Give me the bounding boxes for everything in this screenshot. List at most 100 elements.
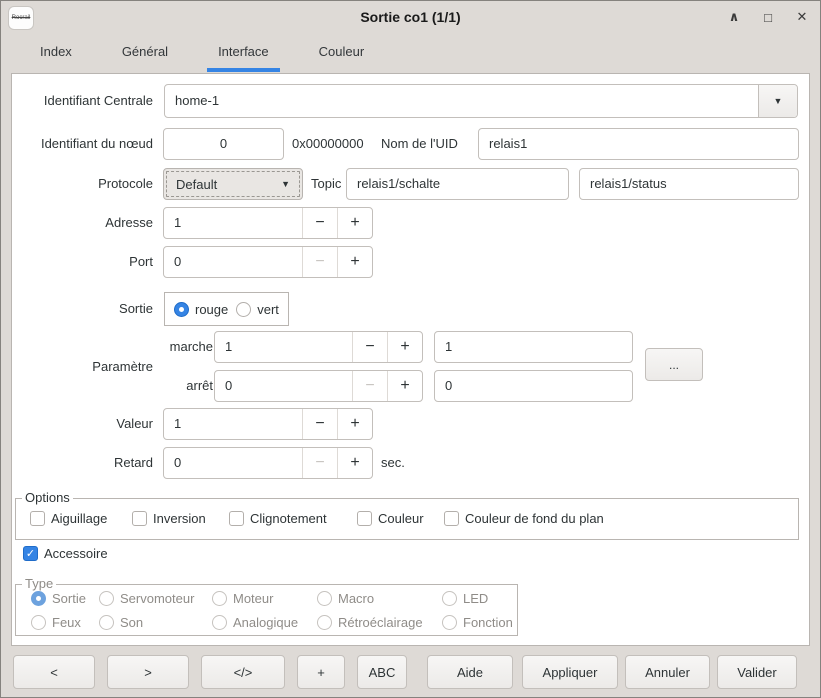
parameter-off-decrement-button[interactable]: − (352, 371, 387, 401)
prev-button[interactable]: < (13, 655, 95, 689)
delay-decrement-button[interactable]: − (302, 448, 337, 478)
type-group: Type Sortie Servomoteur Moteur Macro LED (15, 584, 518, 636)
parameter-off-value[interactable]: 0 (215, 371, 352, 401)
value-decrement-button[interactable]: − (302, 409, 337, 439)
radio-button-icon (212, 591, 227, 606)
delay-increment-button[interactable]: + (337, 448, 372, 478)
checkbox-aiguillage[interactable]: Aiguillage (30, 511, 107, 526)
central-id-label: Identifiant Centrale (12, 84, 153, 118)
tab-general[interactable]: Général (97, 33, 193, 73)
minimize-button[interactable]: ∧ (724, 7, 744, 27)
address-decrement-button[interactable]: − (302, 208, 337, 238)
checkbox-clignotement[interactable]: Clignotement (229, 511, 327, 526)
protocol-dropdown[interactable]: Default ▼ (163, 168, 303, 200)
radio-type-sortie-label: Sortie (52, 591, 86, 606)
port-decrement-button[interactable]: − (302, 247, 337, 277)
output-radio-group: rouge vert (164, 292, 289, 326)
chevron-down-icon: ▼ (281, 179, 290, 189)
parameter-off-increment-button[interactable]: + (387, 371, 422, 401)
parameter-on-increment-button[interactable]: + (387, 332, 422, 362)
checkbox-icon (444, 511, 459, 526)
radio-type-led[interactable]: LED (442, 591, 488, 606)
radio-type-servomoteur[interactable]: Servomoteur (99, 591, 194, 606)
radio-button-icon (317, 591, 332, 606)
maximize-button[interactable]: □ (758, 7, 778, 27)
uid-name-label: Nom de l'UID (381, 128, 458, 160)
radio-vert[interactable]: vert (236, 302, 279, 317)
radio-type-fonction[interactable]: Fonction (442, 615, 513, 630)
radio-type-son[interactable]: Son (99, 615, 143, 630)
address-value[interactable]: 1 (164, 208, 302, 238)
checkbox-inversion-label: Inversion (153, 511, 206, 526)
abc-button[interactable]: ABC (357, 655, 407, 689)
value-label: Valeur (12, 408, 153, 440)
central-id-combobox[interactable]: home-1 ▼ (164, 84, 798, 118)
radio-button-icon (174, 302, 189, 317)
radio-button-icon (99, 615, 114, 630)
type-group-legend: Type (22, 576, 56, 591)
apply-button[interactable]: Appliquer (522, 655, 618, 689)
delay-unit-label: sec. (381, 447, 405, 479)
parameter-on-value[interactable]: 1 (215, 332, 352, 362)
port-increment-button[interactable]: + (337, 247, 372, 277)
radio-type-retroeclairage[interactable]: Rétroéclairage (317, 615, 423, 630)
radio-button-icon (31, 615, 46, 630)
tab-interface[interactable]: Interface (193, 33, 294, 73)
port-value[interactable]: 0 (164, 247, 302, 277)
parameter-on-spinner: 1 − + (214, 331, 423, 363)
parameter-on-input[interactable]: 1 (434, 331, 633, 363)
checkbox-accessoire[interactable]: ✓ Accessoire (23, 546, 108, 561)
radio-type-moteur[interactable]: Moteur (212, 591, 273, 606)
radio-type-macro[interactable]: Macro (317, 591, 374, 606)
close-button[interactable]: ✕ (792, 7, 812, 27)
parameter-on-decrement-button[interactable]: − (352, 332, 387, 362)
radio-type-moteur-label: Moteur (233, 591, 273, 606)
node-id-label: Identifiant du nœud (12, 128, 153, 160)
radio-rouge[interactable]: rouge (174, 302, 228, 317)
parameter-off-label: arrêt (112, 370, 213, 402)
checkbox-clignotement-label: Clignotement (250, 511, 327, 526)
port-label: Port (12, 246, 153, 278)
node-id-input[interactable]: 0 (163, 128, 284, 160)
radio-type-feux[interactable]: Feux (31, 615, 81, 630)
checkbox-icon (357, 511, 372, 526)
add-button[interactable]: + (297, 655, 345, 689)
checkbox-icon (132, 511, 147, 526)
interface-tab-panel: Identifiant Centrale home-1 ▼ Identifian… (11, 73, 810, 646)
uid-name-input[interactable]: relais1 (478, 128, 799, 160)
dialog-window: Rocrail Sortie co1 (1/1) ∧ □ ✕ Index Gén… (0, 0, 821, 698)
title-bar: Rocrail Sortie co1 (1/1) ∧ □ ✕ (1, 1, 820, 33)
radio-type-sortie[interactable]: Sortie (31, 591, 86, 606)
xml-button[interactable]: </> (201, 655, 285, 689)
checkbox-inversion[interactable]: Inversion (132, 511, 206, 526)
value-value[interactable]: 1 (164, 409, 302, 439)
parameter-more-button[interactable]: ... (645, 348, 703, 381)
checkbox-aiguillage-label: Aiguillage (51, 511, 107, 526)
checkbox-couleur-fond-plan[interactable]: Couleur de fond du plan (444, 511, 604, 526)
central-id-dropdown-button[interactable]: ▼ (758, 85, 797, 117)
radio-button-icon (442, 591, 457, 606)
checkbox-accessoire-label: Accessoire (44, 546, 108, 561)
central-id-value[interactable]: home-1 (165, 85, 758, 117)
radio-type-feux-label: Feux (52, 615, 81, 630)
port-spinner: 0 − + (163, 246, 373, 278)
cancel-button[interactable]: Annuler (625, 655, 710, 689)
check-icon: ✓ (26, 547, 35, 560)
topic-status-input[interactable]: relais1/status (579, 168, 799, 200)
radio-button-icon (317, 615, 332, 630)
next-button[interactable]: > (107, 655, 189, 689)
radio-vert-label: vert (257, 302, 279, 317)
ok-button[interactable]: Valider (717, 655, 797, 689)
parameter-off-input[interactable]: 0 (434, 370, 633, 402)
options-group: Options Aiguillage Inversion Clignotemen… (15, 498, 799, 540)
checkbox-couleur[interactable]: Couleur (357, 511, 424, 526)
help-button[interactable]: Aide (427, 655, 513, 689)
radio-type-analogique[interactable]: Analogique (212, 615, 298, 630)
topic-command-input[interactable]: relais1/schalte (346, 168, 569, 200)
address-increment-button[interactable]: + (337, 208, 372, 238)
tab-couleur[interactable]: Couleur (294, 33, 390, 73)
radio-button-icon (31, 591, 46, 606)
tab-index[interactable]: Index (15, 33, 97, 73)
value-increment-button[interactable]: + (337, 409, 372, 439)
delay-value[interactable]: 0 (164, 448, 302, 478)
